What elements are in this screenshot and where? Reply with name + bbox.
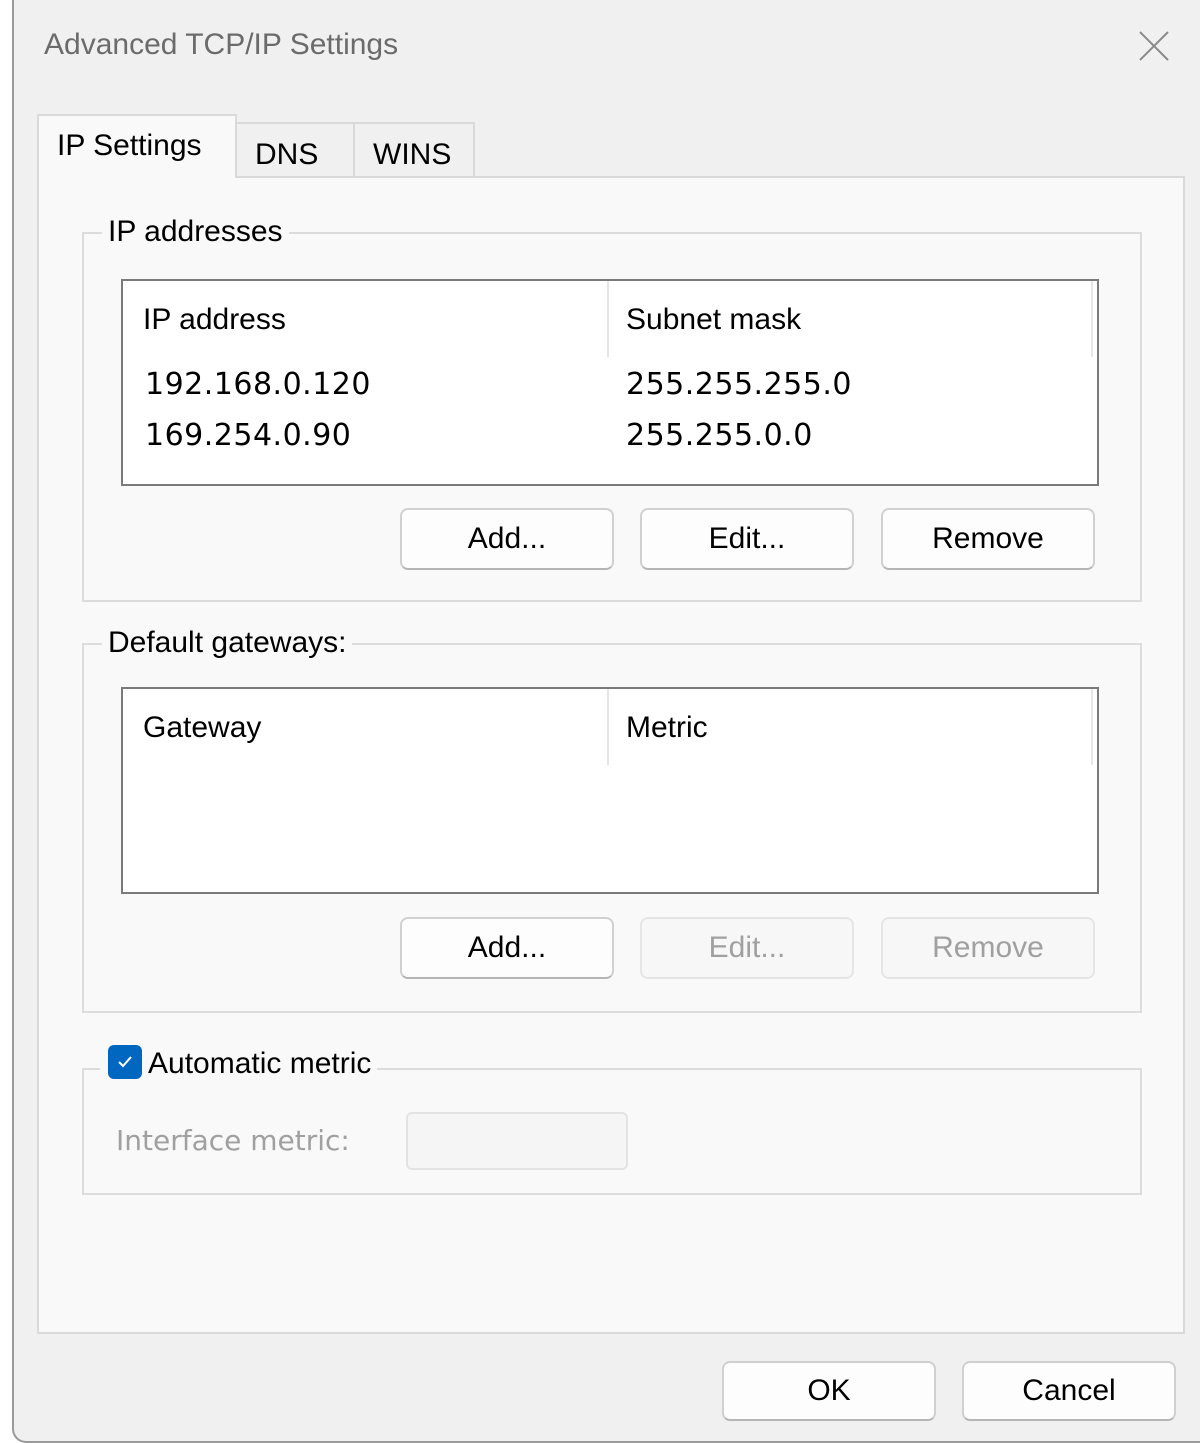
column-divider[interactable] bbox=[1091, 689, 1093, 765]
ok-button[interactable]: OK bbox=[722, 1361, 936, 1421]
interface-metric-label: Interface metric: bbox=[116, 1124, 350, 1157]
ip-addresses-group: IP addresses IP address Subnet mask 192.… bbox=[82, 214, 1142, 602]
gateway-edit-button[interactable]: Edit... bbox=[640, 917, 854, 979]
column-header-subnet-mask[interactable]: Subnet mask bbox=[626, 303, 801, 337]
tab-wins-label: WINS bbox=[373, 138, 452, 171]
automatic-metric-group: Automatic metric Interface metric: bbox=[82, 1045, 1142, 1195]
dialog-title: Advanced TCP/IP Settings bbox=[44, 28, 399, 61]
cancel-button[interactable]: Cancel bbox=[962, 1361, 1176, 1421]
ip-edit-button[interactable]: Edit... bbox=[640, 508, 854, 570]
ip-remove-button[interactable]: Remove bbox=[881, 508, 1095, 570]
tab-wins[interactable]: WINS bbox=[353, 122, 475, 176]
subnet-mask-cell[interactable]: 255.255.255.0 bbox=[626, 367, 852, 402]
gateway-remove-button[interactable]: Remove bbox=[881, 917, 1095, 979]
column-header-gateway[interactable]: Gateway bbox=[143, 711, 261, 745]
title-bar: Advanced TCP/IP Settings bbox=[14, 0, 1200, 92]
default-gateways-legend: Default gateways: bbox=[102, 625, 353, 661]
ip-address-cell[interactable]: 169.254.0.90 bbox=[145, 418, 351, 453]
advanced-tcpip-dialog: Advanced TCP/IP Settings IP Settings DNS… bbox=[12, 0, 1200, 1443]
tab-ip-settings-label: IP Settings bbox=[57, 129, 202, 162]
ip-address-cell[interactable]: 192.168.0.120 bbox=[145, 367, 371, 402]
automatic-metric-label[interactable]: Automatic metric bbox=[148, 1047, 371, 1080]
tab-dns[interactable]: DNS bbox=[235, 122, 355, 176]
column-divider[interactable] bbox=[607, 281, 609, 357]
tab-dns-label: DNS bbox=[255, 138, 319, 171]
checkmark-icon bbox=[118, 1056, 132, 1068]
ip-addresses-legend: IP addresses bbox=[102, 214, 289, 250]
tab-panel-ip-settings: IP addresses IP address Subnet mask 192.… bbox=[37, 176, 1185, 1334]
gateway-add-button[interactable]: Add... bbox=[400, 917, 614, 979]
column-divider[interactable] bbox=[1091, 281, 1093, 357]
subnet-mask-cell[interactable]: 255.255.0.0 bbox=[626, 418, 813, 453]
tab-ip-settings[interactable]: IP Settings bbox=[37, 114, 237, 178]
gateway-list[interactable]: Gateway Metric bbox=[121, 687, 1099, 894]
default-gateways-group: Default gateways: Gateway Metric Add... … bbox=[82, 625, 1142, 1013]
close-icon[interactable] bbox=[1132, 24, 1176, 68]
automatic-metric-checkbox[interactable] bbox=[108, 1045, 142, 1080]
automatic-metric-legend: Automatic metric bbox=[100, 1045, 378, 1083]
ip-add-button[interactable]: Add... bbox=[400, 508, 614, 570]
interface-metric-input[interactable] bbox=[406, 1112, 628, 1170]
column-header-metric[interactable]: Metric bbox=[626, 711, 708, 745]
column-header-ip-address[interactable]: IP address bbox=[143, 303, 286, 337]
ip-address-list[interactable]: IP address Subnet mask 192.168.0.120 255… bbox=[121, 279, 1099, 486]
column-divider[interactable] bbox=[607, 689, 609, 765]
